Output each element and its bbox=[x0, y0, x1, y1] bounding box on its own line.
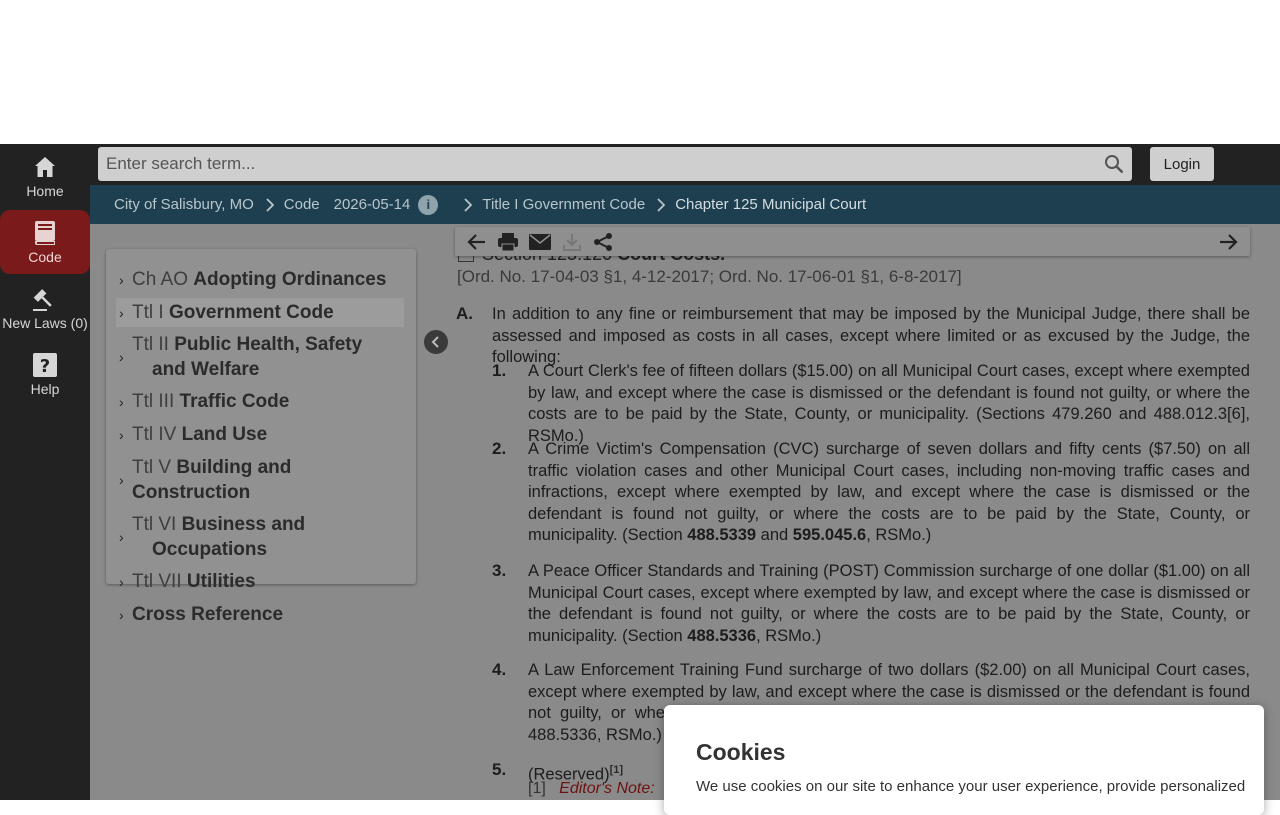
footnote: [1] Editor's Note: bbox=[528, 780, 655, 798]
toc-item[interactable]: › Ttl VII Utilities bbox=[116, 567, 404, 596]
toc-item[interactable]: › Ch AO Adopting Ordinances bbox=[116, 265, 404, 294]
chevron-right-icon bbox=[464, 197, 473, 212]
toc-item[interactable]: › Ttl III Traffic Code bbox=[116, 387, 404, 416]
question-icon: ? bbox=[32, 352, 58, 378]
toc-name: Utilities bbox=[186, 571, 256, 592]
chevron-right-icon: › bbox=[119, 573, 124, 590]
footnote-label: Editor's Note: bbox=[559, 780, 655, 797]
toc-item[interactable]: › Ttl IV Land Use bbox=[116, 420, 404, 449]
toc-name: Public Health, Safety and Welfare bbox=[152, 334, 363, 380]
toc-prefix: Ttl V bbox=[132, 457, 172, 478]
item-text-part: , RSMo.) bbox=[756, 626, 822, 645]
rail-item-home[interactable]: Home bbox=[0, 144, 90, 208]
toc-prefix: Ch AO bbox=[132, 269, 188, 290]
print-icon[interactable] bbox=[497, 231, 519, 253]
toc-item[interactable]: › Ttl V Building and Construction bbox=[116, 453, 404, 507]
toc-name: Land Use bbox=[181, 424, 268, 445]
toc-prefix: Ttl IV bbox=[132, 424, 177, 445]
item-text-part: A Peace Officer Standards and Training (… bbox=[528, 562, 1250, 645]
left-nav-rail: Home Code New Laws (0) ? Help bbox=[0, 144, 90, 800]
chevron-right-icon bbox=[657, 197, 666, 212]
item-label: 2. bbox=[492, 439, 507, 458]
code-version-date: 2026-05-14 bbox=[333, 196, 411, 213]
item-label: 1. bbox=[492, 361, 507, 380]
chevron-right-icon: › bbox=[119, 426, 124, 443]
chevron-right-icon: › bbox=[119, 349, 124, 365]
toc-prefix: Ttl II bbox=[132, 334, 169, 355]
footnote-marker: [1] bbox=[528, 780, 546, 797]
item-text: A Peace Officer Standards and Training (… bbox=[528, 561, 1250, 647]
item-label: 5. bbox=[492, 760, 507, 779]
cookie-dialog: Cookies We use cookies on our site to en… bbox=[664, 705, 1264, 815]
toc-prefix: Ttl VI bbox=[132, 514, 177, 535]
login-button[interactable]: Login bbox=[1150, 147, 1214, 181]
rail-item-code[interactable]: Code bbox=[0, 210, 90, 274]
back-arrow-icon[interactable] bbox=[465, 231, 487, 253]
chevron-left-icon bbox=[431, 336, 439, 348]
download-icon[interactable] bbox=[561, 231, 583, 253]
toc-prefix: Ttl III bbox=[132, 391, 175, 412]
breadcrumb-code[interactable]: Code bbox=[284, 196, 320, 213]
footnote-ref[interactable]: [1] bbox=[610, 764, 623, 776]
share-icon[interactable] bbox=[592, 231, 614, 253]
toc-name: Traffic Code bbox=[179, 391, 290, 412]
toc-name: Cross Reference bbox=[132, 604, 284, 625]
info-icon[interactable]: i bbox=[418, 194, 439, 215]
item-text-part: , RSMo.) bbox=[866, 526, 932, 544]
toc-item[interactable]: › Ttl VI Business and Occupations bbox=[116, 510, 404, 564]
breadcrumb-title[interactable]: Title I Government Code bbox=[482, 196, 645, 213]
search-icon[interactable] bbox=[1104, 154, 1124, 174]
table-of-contents: › Ch AO Adopting Ordinances › Ttl I Gove… bbox=[106, 249, 416, 625]
toc-item[interactable]: › Ttl II Public Health, Safety and Welfa… bbox=[116, 330, 404, 384]
rail-item-new-laws[interactable]: New Laws (0) bbox=[0, 276, 90, 340]
chevron-right-icon: › bbox=[119, 472, 124, 488]
statute-ref[interactable]: 595.045.6 bbox=[793, 526, 866, 544]
section-history: [Ord. No. 17-04-03 §1, 4-12-2017; Ord. N… bbox=[457, 267, 962, 286]
search-box bbox=[98, 147, 1132, 181]
cookie-title: Cookies bbox=[696, 739, 786, 765]
svg-text:?: ? bbox=[40, 356, 50, 377]
item-label: 3. bbox=[492, 561, 507, 580]
search-input[interactable] bbox=[98, 147, 1098, 181]
toc-name: Government Code bbox=[168, 302, 334, 323]
chevron-right-icon: › bbox=[119, 529, 124, 545]
rail-item-label: New Laws (0) bbox=[2, 315, 88, 331]
rail-item-label: Help bbox=[30, 381, 60, 397]
toc-item[interactable]: › Cross Reference bbox=[116, 600, 404, 629]
app-window: Home Code New Laws (0) ? Help Enter sear… bbox=[0, 144, 1280, 800]
item-text: A Crime Victim's Compensation (CVC) surc… bbox=[528, 439, 1250, 547]
toc-prefix: Ttl I bbox=[132, 302, 164, 323]
chevron-right-icon: › bbox=[119, 606, 124, 623]
cookie-text: We use cookies on our site to enhance yo… bbox=[696, 778, 1246, 795]
chevron-right-icon: › bbox=[119, 271, 124, 288]
book-icon bbox=[32, 220, 58, 246]
chevron-right-icon: › bbox=[119, 304, 124, 321]
item-text: A Court Clerk's fee of fifteen dollars (… bbox=[528, 362, 1250, 445]
statute-ref[interactable]: 488.5336 bbox=[687, 627, 756, 645]
breadcrumb-chapter: Chapter 125 Municipal Court bbox=[675, 196, 867, 213]
chevron-right-icon: › bbox=[119, 393, 124, 410]
rail-item-label: Code bbox=[28, 249, 62, 265]
gavel-icon bbox=[32, 286, 58, 312]
item-label: 4. bbox=[492, 660, 507, 679]
para-a: In addition to any fine or reimbursement… bbox=[492, 305, 1250, 366]
breadcrumb-city[interactable]: City of Salisbury, MO bbox=[114, 196, 254, 213]
search-bar: Login bbox=[90, 144, 1280, 185]
toc-name: Adopting Ordinances bbox=[193, 269, 387, 290]
statute-ref[interactable]: 488.5339 bbox=[687, 526, 756, 544]
content-toolbar bbox=[455, 227, 1250, 256]
para-label-a: A. bbox=[456, 304, 473, 323]
collapse-toc-button[interactable] bbox=[424, 330, 448, 354]
rail-item-label: Home bbox=[26, 183, 64, 199]
breadcrumb: City of Salisbury, MO Code 2026-05-14 i … bbox=[90, 185, 1280, 224]
toc-prefix: Ttl VII bbox=[132, 571, 182, 592]
email-icon[interactable] bbox=[529, 231, 551, 253]
rail-item-help[interactable]: ? Help bbox=[0, 342, 90, 406]
forward-arrow-icon[interactable] bbox=[1218, 231, 1240, 253]
home-icon bbox=[32, 154, 58, 180]
item-text-part: and bbox=[756, 526, 793, 544]
chevron-right-icon bbox=[266, 197, 274, 212]
toc-item[interactable]: › Ttl I Government Code bbox=[116, 298, 404, 327]
